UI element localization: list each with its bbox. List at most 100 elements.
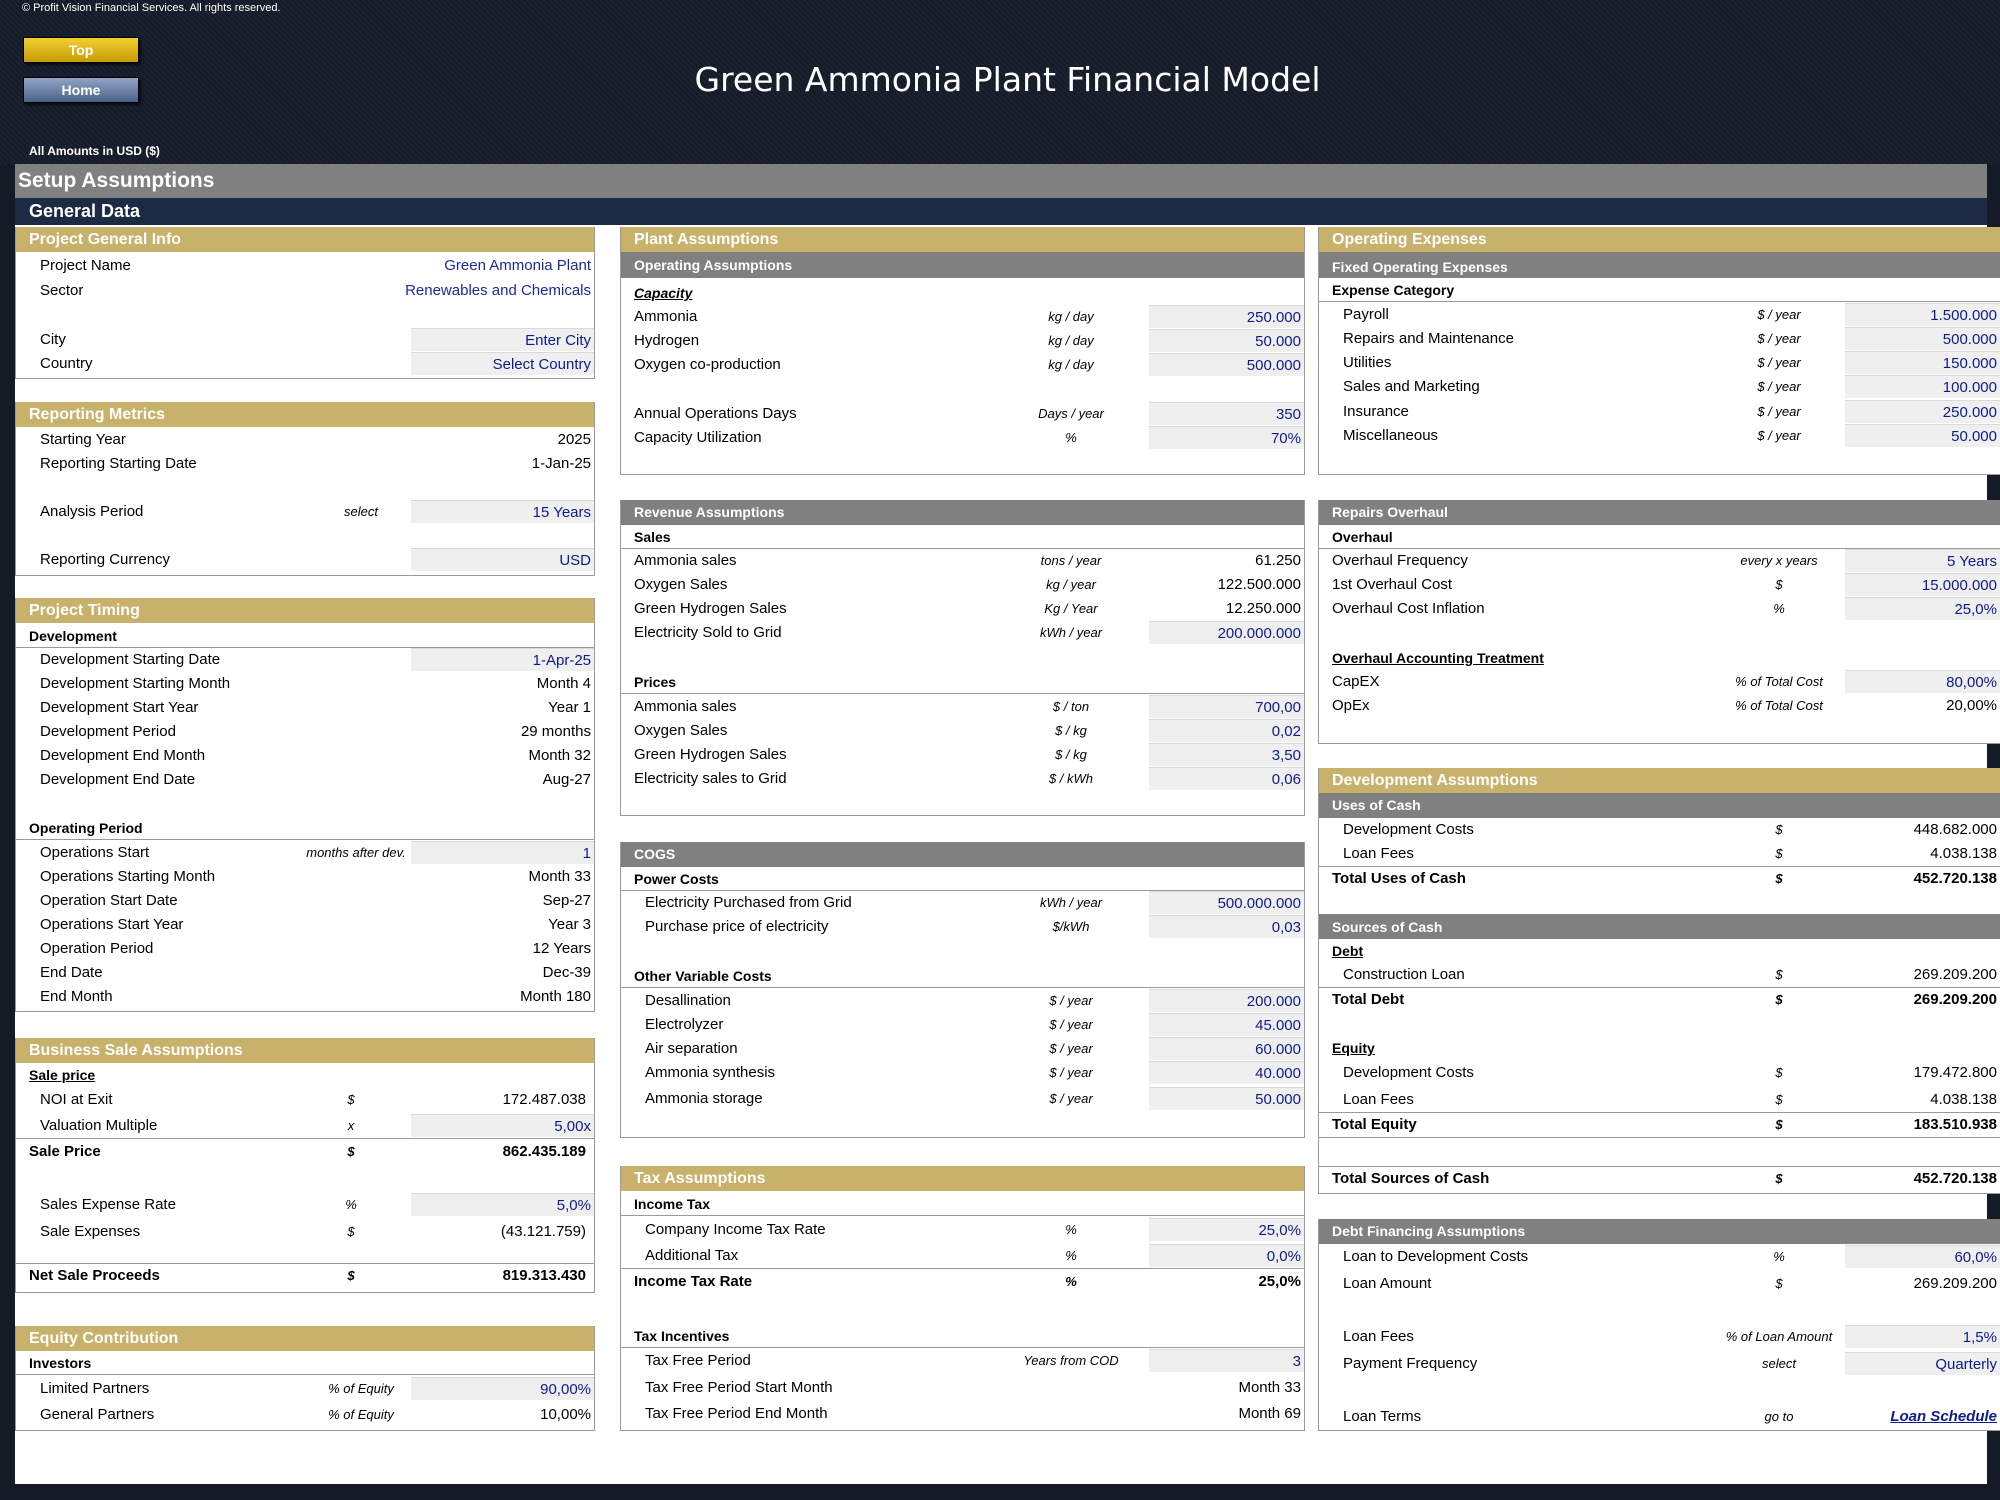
- electricity-sold-input[interactable]: 200.000.000: [1149, 621, 1304, 644]
- row-label: Loan to Development Costs: [1343, 1248, 1529, 1265]
- repairs-maintenance-row: Repairs and Maintenance $ / year 500.000: [1319, 327, 2000, 351]
- operation-period-row: Operation Period 12 Years: [16, 937, 594, 961]
- row-value: 448.682.000: [1913, 821, 1997, 838]
- equity-section: Equity: [1332, 1040, 1375, 1056]
- sector-value[interactable]: Renewables and Chemicals: [405, 279, 591, 303]
- hydrogen-capacity-input[interactable]: 50.000: [1149, 329, 1304, 352]
- oxygen-price-row: Oxygen Sales $ / kg 0,02: [621, 719, 1304, 743]
- electrolyzer-row: Electrolyzer $ / year 45.000: [621, 1013, 1304, 1037]
- row-unit: % of Total Cost: [1735, 674, 1823, 689]
- overhaul-section: Overhaul: [1319, 525, 2000, 549]
- dev-start-year-row: Development Start Year Year 1: [16, 696, 594, 720]
- operations-start-input[interactable]: 1: [411, 841, 594, 864]
- electrolyzer-input[interactable]: 45.000: [1149, 1013, 1304, 1036]
- payment-frequency-row: Payment Frequency select Quarterly: [1319, 1352, 2000, 1376]
- sales-marketing-input[interactable]: 100.000: [1845, 375, 2000, 398]
- row-unit: Years from COD: [1023, 1353, 1119, 1368]
- income-tax-rate-row: Income Tax Rate % 25,0%: [621, 1270, 1304, 1294]
- row-label: Electrolyzer: [645, 1016, 724, 1033]
- miscellaneous-input[interactable]: 50.000: [1845, 424, 2000, 447]
- repairs-maintenance-input[interactable]: 500.000: [1845, 327, 2000, 350]
- development-section: Development: [16, 624, 594, 648]
- row-label: Overhaul Cost Inflation: [1332, 600, 1485, 617]
- valuation-multiple-row: Valuation Multiple x 5,00x: [16, 1114, 594, 1139]
- row-label: Annual Operations Days: [634, 405, 797, 422]
- project-name-value[interactable]: Green Ammonia Plant: [444, 254, 591, 278]
- hydrogen-price-input[interactable]: 3,50: [1149, 743, 1304, 766]
- row-unit: $ / kg: [1055, 747, 1087, 762]
- sales-section: Sales: [621, 525, 1304, 549]
- company-tax-rate-input[interactable]: 25,0%: [1149, 1218, 1304, 1241]
- ammonia-price-input[interactable]: 700,00: [1149, 695, 1304, 718]
- additional-tax-input[interactable]: 0,0%: [1149, 1244, 1304, 1267]
- loan-schedule-link[interactable]: Loan Schedule: [1890, 1405, 1997, 1429]
- panel-header: Revenue Assumptions: [621, 500, 1304, 525]
- capex-input[interactable]: 80,00%: [1845, 670, 2000, 693]
- loan-to-dev-costs-input[interactable]: 60,0%: [1845, 1245, 2000, 1268]
- reporting-currency-select[interactable]: USD: [411, 548, 594, 571]
- oxygen-price-input[interactable]: 0,02: [1149, 719, 1304, 742]
- city-input[interactable]: Enter City: [411, 328, 594, 351]
- ammonia-storage-input[interactable]: 50.000: [1149, 1087, 1304, 1110]
- first-overhaul-cost-row: 1st Overhaul Cost $ 15.000.000: [1319, 573, 2000, 597]
- payroll-input[interactable]: 1.500.000: [1845, 303, 2000, 326]
- row-value: 452.720.138: [1913, 870, 1997, 887]
- loan-fees-input[interactable]: 1,5%: [1845, 1325, 2000, 1348]
- row-label: Total Sources of Cash: [1332, 1170, 1490, 1187]
- air-separation-input[interactable]: 60.000: [1149, 1037, 1304, 1060]
- row-unit: kg / day: [1048, 309, 1094, 324]
- project-name-row: Project Name Green Ammonia Plant: [16, 254, 594, 278]
- row-unit: $ / year: [1757, 355, 1801, 370]
- sale-price-section: Sale price: [29, 1067, 96, 1083]
- utilities-input[interactable]: 150.000: [1845, 351, 2000, 374]
- row-label: OpEx: [1332, 697, 1370, 714]
- tax-incentives-section: Tax Incentives: [621, 1324, 1304, 1348]
- row-unit: $: [1775, 1117, 1783, 1132]
- capacity-utilization-input[interactable]: 70%: [1149, 426, 1304, 449]
- sales-expense-rate-input[interactable]: 5,0%: [411, 1193, 594, 1216]
- row-label: Operations Starting Month: [40, 868, 216, 885]
- ammonia-capacity-row: Ammonia kg / day 250.000: [621, 305, 1304, 329]
- country-select[interactable]: Select Country: [411, 352, 594, 375]
- desallination-input[interactable]: 200.000: [1149, 989, 1304, 1012]
- first-overhaul-cost-input[interactable]: 15.000.000: [1845, 573, 2000, 596]
- ammonia-synthesis-input[interactable]: 40.000: [1149, 1061, 1304, 1084]
- page-title: Green Ammonia Plant Financial Model: [694, 60, 1321, 99]
- row-value: Sep-27: [542, 892, 591, 909]
- row-label: Hydrogen: [634, 332, 700, 349]
- tax-free-period-input[interactable]: 3: [1149, 1349, 1304, 1372]
- ammonia-capacity-input[interactable]: 250.000: [1149, 305, 1304, 328]
- oxygen-capacity-input[interactable]: 500.000: [1149, 353, 1304, 376]
- valuation-multiple-input[interactable]: 5,00x: [411, 1114, 594, 1137]
- dev-start-date-input[interactable]: 1-Apr-25: [411, 648, 594, 671]
- limited-partners-input[interactable]: 90,00%: [411, 1377, 594, 1400]
- row-unit: tons / year: [1040, 553, 1102, 568]
- row-unit: %: [1773, 1249, 1785, 1264]
- row-value: Month 69: [1238, 1405, 1301, 1422]
- payment-frequency-select[interactable]: Quarterly: [1845, 1352, 2000, 1375]
- revenue-assumptions-panel: Revenue Assumptions Sales Ammonia sales …: [620, 500, 1305, 816]
- electricity-purchase-price-input[interactable]: 0,03: [1149, 915, 1304, 938]
- row-unit: %: [1773, 601, 1785, 616]
- overhaul-frequency-input[interactable]: 5 Years: [1845, 549, 2000, 572]
- equity-loan-fees-row: Loan Fees $ 4.038.138: [1319, 1088, 2000, 1113]
- insurance-input[interactable]: 250.000: [1845, 400, 2000, 423]
- row-label: Ammonia sales: [634, 552, 737, 569]
- row-label: Development Starting Date: [40, 651, 221, 668]
- reporting-start-date-value: 1-Jan-25: [531, 455, 591, 472]
- overhaul-inflation-input[interactable]: 25,0%: [1845, 597, 2000, 620]
- analysis-period-select[interactable]: 15 Years: [411, 500, 594, 523]
- row-unit: $: [1775, 846, 1783, 861]
- operations-days-input[interactable]: 350: [1149, 402, 1304, 425]
- row-unit: kWh / year: [1039, 625, 1103, 640]
- row-unit: $ / year: [1757, 379, 1801, 394]
- row-unit: go to: [1764, 1409, 1794, 1424]
- row-unit: $: [347, 1224, 355, 1239]
- row-unit: kg / year: [1046, 577, 1096, 592]
- operations-start-row: Operations Start months after dev. 1: [16, 841, 594, 865]
- row-label: Sales and Marketing: [1343, 378, 1480, 395]
- electricity-price-input[interactable]: 0,06: [1149, 767, 1304, 790]
- row-unit: $ / year: [1757, 331, 1801, 346]
- electricity-purchased-input[interactable]: 500.000.000: [1149, 891, 1304, 914]
- row-label: Purchase price of electricity: [645, 918, 829, 935]
